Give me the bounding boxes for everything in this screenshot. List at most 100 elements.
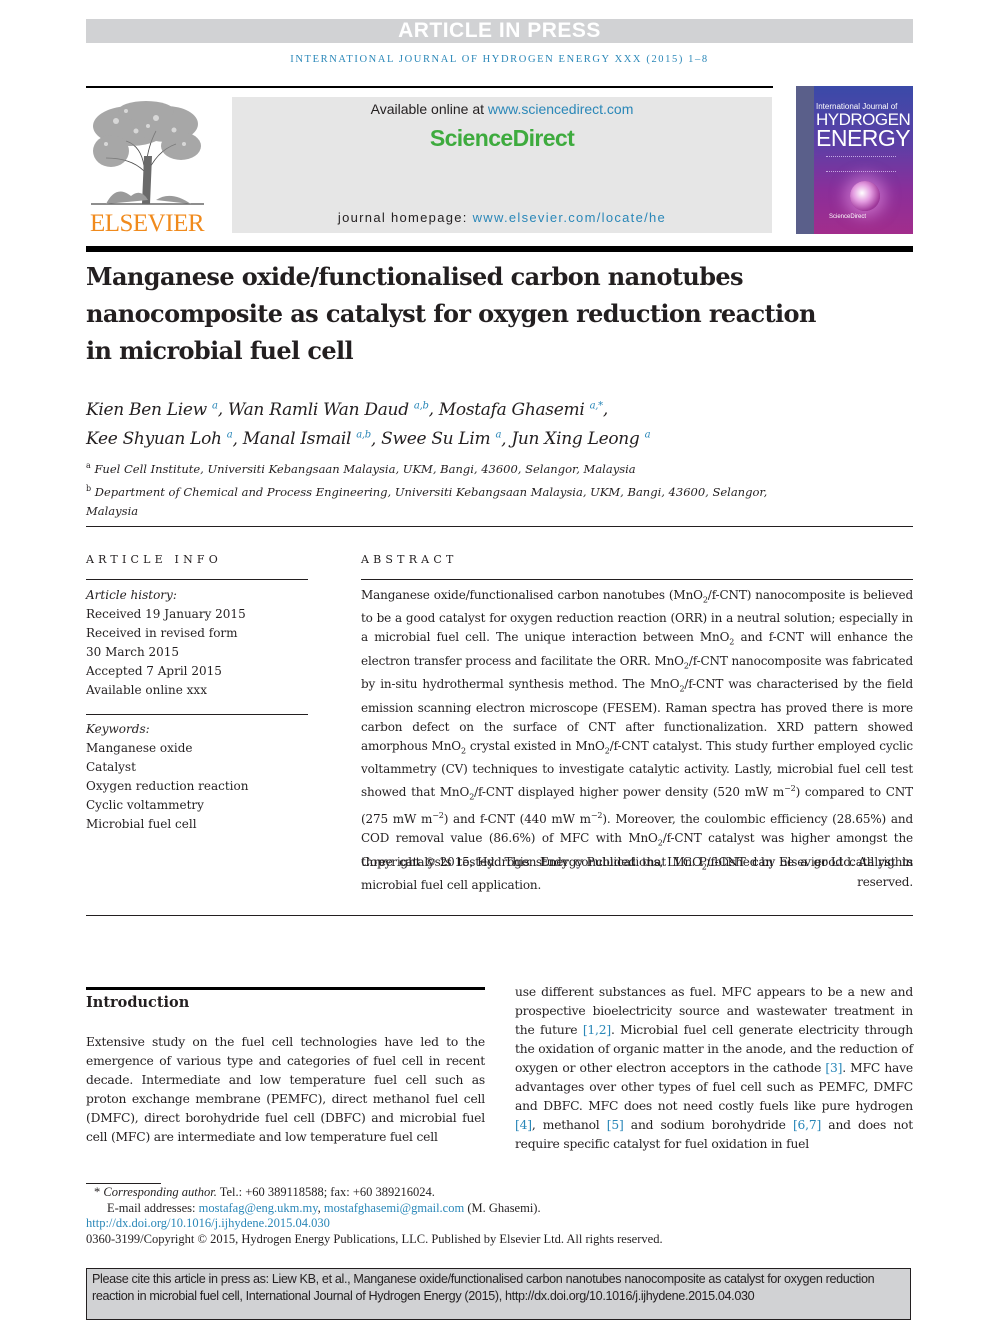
keyword-item: Oxygen reduction reaction xyxy=(86,779,249,793)
article-title: Manganese oxide/functionalised carbon na… xyxy=(86,262,816,365)
history-item: Received 19 January 2015 xyxy=(86,607,246,621)
doi-link[interactable]: http://dx.doi.org/10.1016/j.ijhydene.201… xyxy=(86,1216,330,1230)
author-separator: , xyxy=(428,399,439,420)
author-name: Manal Ismail xyxy=(242,429,352,450)
author[interactable]: Swee Su Lim a xyxy=(381,429,501,449)
available-online-label: Available online at xyxy=(370,101,488,117)
author[interactable]: Wan Ramli Wan Daud a,b xyxy=(228,400,429,420)
author[interactable]: Jun Xing Leong a xyxy=(511,429,650,449)
abstract-text: ) and f-CNT (440 mW m xyxy=(443,812,591,827)
author-list: Kien Ben Liew a, Wan Ramli Wan Daud a,b,… xyxy=(86,393,846,452)
cover-editors-block xyxy=(826,156,896,172)
journal-cover-image: International Journal of HYDROGEN ENERGY… xyxy=(796,86,913,234)
keywords: Keywords: Manganese oxide Catalyst Oxyge… xyxy=(86,720,308,834)
exponent: −2 xyxy=(784,783,796,793)
author-affiliation-mark[interactable]: a,b xyxy=(356,430,371,441)
journal-homepage-label: journal homepage: xyxy=(337,210,473,225)
citation-box: Please cite this article in press as: Li… xyxy=(86,1268,911,1320)
available-online-line: Available online at www.sciencedirect.co… xyxy=(232,101,772,117)
affiliation-b: b Department of Chemical and Process Eng… xyxy=(86,479,806,521)
author-name: Mostafa Ghasemi xyxy=(438,399,585,420)
sciencedirect-brand: ScienceDirect xyxy=(429,125,575,151)
author-name: Wan Ramli Wan Daud xyxy=(227,399,409,420)
reference-link[interactable]: [4] xyxy=(515,1118,532,1132)
sciencedirect-link[interactable]: www.sciencedirect.com xyxy=(488,101,634,117)
header-divider xyxy=(86,526,913,527)
author-affiliation-mark[interactable]: a,* xyxy=(590,400,604,411)
introduction-column-right: use different substances as fuel. MFC ap… xyxy=(515,983,913,1154)
article-history: Article history: Received 19 January 201… xyxy=(86,586,308,700)
corresponding-author-note: * Corresponding author. Tel.: +60 389118… xyxy=(86,1185,846,1201)
corresponding-label: Corresponding author. xyxy=(103,1185,217,1199)
email-link[interactable]: mostafghasemi@gmail.com xyxy=(324,1201,464,1215)
email-note: E-mail addresses: mostafag@eng.ukm.my, m… xyxy=(86,1201,846,1217)
contact-numbers: Tel.: +60 389118588; fax: +60 389216024. xyxy=(216,1185,435,1199)
abstract-rule xyxy=(361,579,913,580)
running-head: International Journal of Hydrogen Energy… xyxy=(290,54,709,65)
affiliation-key: b xyxy=(86,483,92,493)
keyword-item: Catalyst xyxy=(86,760,136,774)
author[interactable]: Kee Shyuan Loh a xyxy=(86,429,233,450)
author-affiliation-mark[interactable]: a,b xyxy=(414,400,429,411)
email-link[interactable]: mostafag@eng.ukm.my xyxy=(199,1201,318,1215)
author[interactable]: Manal Ismail a,b xyxy=(243,429,371,449)
abstract-divider xyxy=(86,915,913,916)
affiliation-key: a xyxy=(86,461,91,470)
elsevier-wordmark: ELSEVIER xyxy=(89,210,205,237)
keyword-item: Manganese oxide xyxy=(86,741,193,755)
introduction-heading: Introduction xyxy=(86,994,190,1011)
article-info-rule xyxy=(86,579,308,580)
cover-orb-graphic xyxy=(850,181,880,211)
affiliations: a Fuel Cell Institute, Universiti Kebang… xyxy=(86,456,806,521)
keywords-rule xyxy=(86,714,308,715)
author[interactable]: Kien Ben Liew a xyxy=(86,400,218,420)
abstract-text: crystal existed in MnO xyxy=(465,738,605,753)
abstract-body: Manganese oxide/functionalised carbon na… xyxy=(361,586,913,895)
abstract-heading: ABSTRACT xyxy=(361,553,458,566)
author-separator: , xyxy=(232,429,243,450)
affiliation-text: Department of Chemical and Process Engin… xyxy=(86,484,768,518)
author-affiliation-mark[interactable]: a xyxy=(645,430,651,441)
author-name: Kien Ben Liew xyxy=(86,399,207,420)
reference-link[interactable]: [3] xyxy=(825,1061,842,1075)
email-owner: (M. Ghasemi). xyxy=(464,1200,541,1215)
author-separator: , xyxy=(501,429,512,450)
author-separator: , xyxy=(370,429,382,450)
author-separator: , xyxy=(602,399,608,420)
sciencedirect-box: Available online at www.sciencedirect.co… xyxy=(232,97,772,233)
affiliation-a: a Fuel Cell Institute, Universiti Kebang… xyxy=(86,456,806,479)
author-separator: , xyxy=(217,399,228,420)
abstract-text: /f-CNT displayed higher power density (5… xyxy=(474,784,785,799)
journal-homepage-link[interactable]: www.elsevier.com/locate/he xyxy=(473,210,666,225)
article-in-press-banner: ARTICLE IN PRESS xyxy=(86,19,913,43)
article-history-label: Article history: xyxy=(86,588,177,602)
masthead-thick-rule xyxy=(86,246,913,252)
exponent: −2 xyxy=(590,811,603,821)
reference-link[interactable]: [5] xyxy=(607,1118,624,1132)
author[interactable]: Mostafa Ghasemi a,* xyxy=(439,400,603,420)
top-rule xyxy=(86,86,773,88)
issn-copyright: 0360-3199/Copyright © 2015, Hydrogen Ene… xyxy=(86,1231,663,1246)
history-item: Received in revised form xyxy=(86,626,238,640)
introduction-text: and sodium borohydride xyxy=(623,1118,793,1132)
keyword-item: Cyclic voltammetry xyxy=(86,798,204,812)
introduction-column-left: Extensive study on the fuel cell technol… xyxy=(86,1035,485,1144)
introduction-rule xyxy=(86,987,485,990)
introduction-text: , methanol xyxy=(531,1118,607,1132)
abstract-copyright: Copyright © 2015, Hydrogen Energy Public… xyxy=(361,855,913,889)
article-info-heading: ARTICLE INFO xyxy=(86,553,222,566)
history-item: Available online xxx xyxy=(86,683,207,697)
reference-link[interactable]: [6,7] xyxy=(793,1118,821,1132)
affiliation-text: Fuel Cell Institute, Universiti Kebangsa… xyxy=(94,461,636,476)
footnote-rule xyxy=(86,1183,161,1184)
author-name: Kee Shyuan Loh xyxy=(86,429,222,450)
history-item: Accepted 7 April 2015 xyxy=(86,664,222,678)
abstract-text: Manganese oxide/functionalised carbon na… xyxy=(361,588,703,602)
email-label: E-mail addresses: xyxy=(107,1200,199,1215)
author-name: Jun Xing Leong xyxy=(511,429,640,450)
asterisk-mark: * xyxy=(94,1185,101,1199)
history-item: 30 March 2015 xyxy=(86,645,180,659)
cover-sciencedirect-mark: ScienceDirect xyxy=(829,214,867,220)
reference-link[interactable]: [1,2] xyxy=(583,1023,611,1037)
cover-energy-word: ENERGY xyxy=(816,125,911,151)
